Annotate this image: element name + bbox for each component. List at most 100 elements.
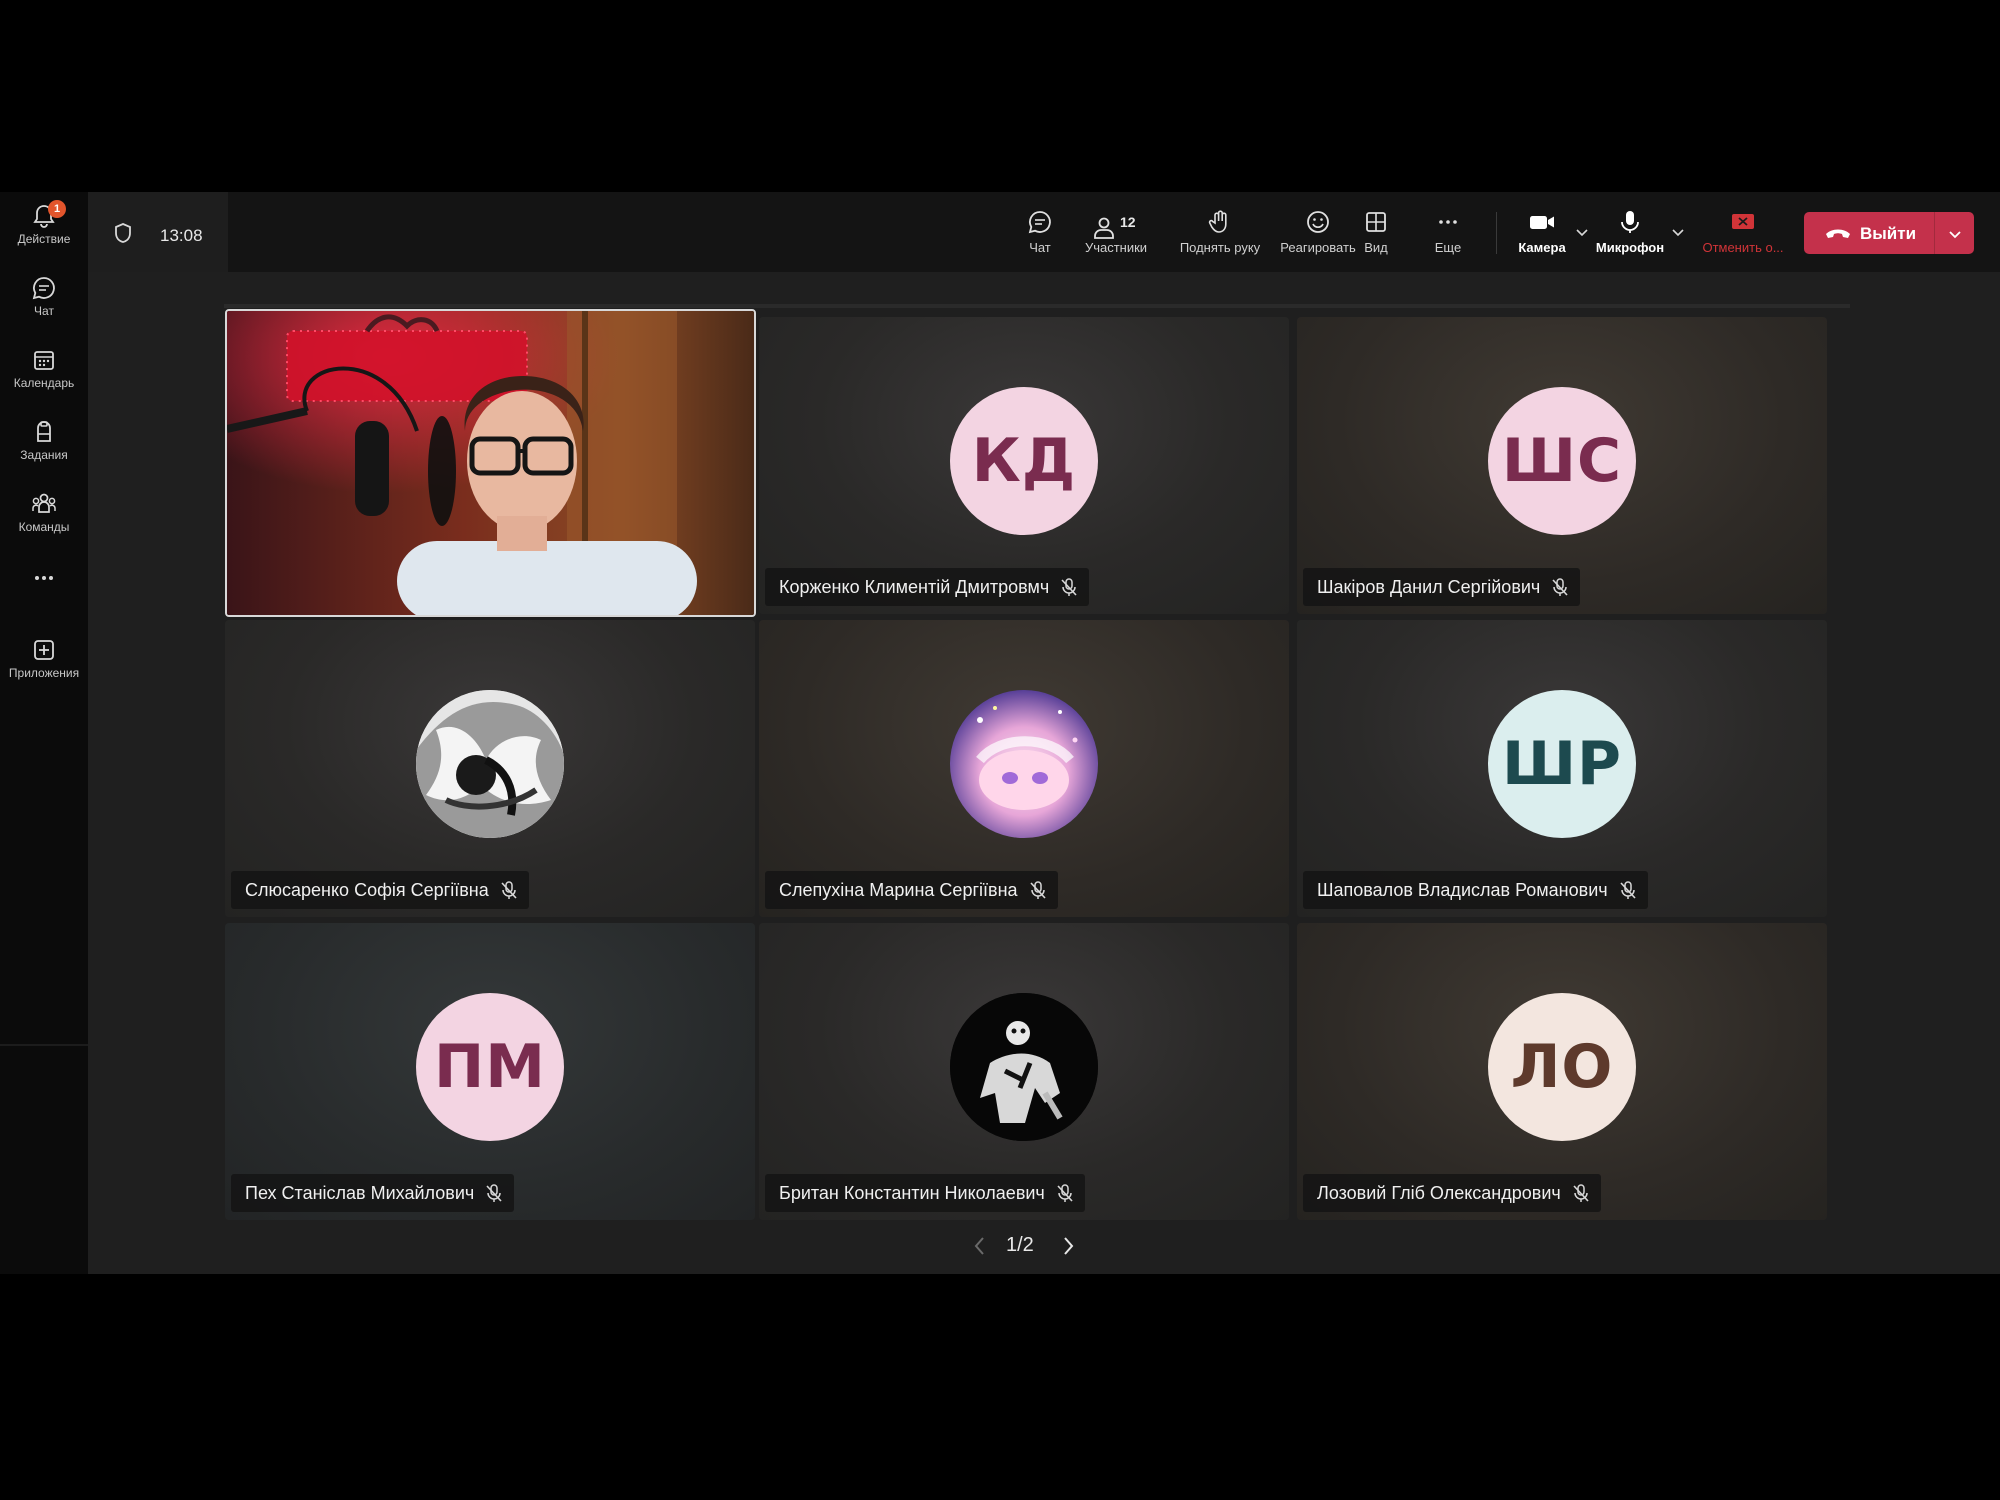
app-bar-activity[interactable]: 1 Действие [0, 196, 88, 262]
hand-icon [1208, 210, 1227, 233]
app-bar-label: Действие [17, 232, 71, 246]
participant-nameplate: Лозовий Гліб Олександрович [1303, 1174, 1601, 1212]
participant-tile[interactable]: ШС Шакіров Данил Сергійович [1297, 317, 1827, 614]
chevron-left-icon[interactable] [972, 1234, 988, 1258]
app-bar: 1 Действие Чат Календарь Задания Команды… [0, 192, 88, 1274]
more-icon [35, 576, 53, 580]
participant-tile[interactable]: Слюсаренко Софія Сергіївна [225, 620, 755, 917]
toolbar-divider [1496, 212, 1497, 254]
participant-nameplate: Пех Станіслав Михайлович [231, 1174, 515, 1212]
shield-icon[interactable] [114, 222, 132, 244]
microphone-label: Микрофон [1595, 240, 1665, 255]
meeting-window: 1 Действие Чат Календарь Задания Команды… [0, 192, 2000, 1274]
stop-share-icon [1732, 214, 1754, 229]
chevron-down-icon [1949, 231, 1961, 239]
notification-badge: 1 [48, 200, 66, 218]
participant-name: Корженко Климентій Дмитровмч [779, 577, 1050, 597]
participant-nameplate: Шакіров Данил Сергійович [1303, 568, 1581, 606]
participant-avatar-image [950, 690, 1098, 838]
teams-icon [32, 493, 56, 513]
mic-muted-icon [486, 1184, 502, 1202]
app-bar-teams[interactable]: Команды [0, 484, 88, 550]
participant-name: Шаповалов Владислав Романович [1317, 880, 1608, 900]
stop-sharing-button[interactable]: Отменить о... [1688, 202, 1798, 262]
dark-figure-avatar [950, 993, 1098, 1141]
participant-tile[interactable]: КД Корженко Климентій Дмитровмч [759, 317, 1289, 614]
microphone-button[interactable]: Микрофон [1590, 202, 1670, 262]
participant-nameplate: Британ Константин Николаевич [765, 1174, 1085, 1212]
participant-tile[interactable]: Слепухіна Марина Сергіївна [759, 620, 1289, 917]
participant-name: Пех Станіслав Михайлович [245, 1183, 475, 1203]
leave-button[interactable]: Выйти [1804, 212, 1974, 254]
assignments-icon [37, 421, 51, 442]
app-bar-calendar[interactable]: Календарь [0, 340, 88, 406]
app-bar-label: Чат [34, 304, 54, 318]
more-icon [1439, 220, 1457, 224]
app-bar-chat[interactable]: Чат [0, 268, 88, 334]
gallery-pager: 1/2 [968, 1228, 1080, 1264]
meeting-info: 13:08 [88, 192, 228, 272]
calendar-icon [34, 351, 54, 370]
mic-muted-icon [1620, 881, 1636, 899]
page-indicator: 1/2 [1006, 1234, 1034, 1256]
add-apps-icon [34, 640, 54, 660]
app-bar-label: Задания [20, 448, 68, 462]
participant-nameplate: Корженко Климентій Дмитровмч [765, 568, 1090, 606]
participant-nameplate: Шаповалов Владислав Романович [1303, 871, 1648, 909]
stop-sharing-label: Отменить о... [1702, 240, 1784, 255]
participant-tile[interactable]: ШР Шаповалов Владислав Романович [1297, 620, 1827, 917]
participant-avatar: ШР [1488, 690, 1636, 838]
participant-tile[interactable]: ПМ Пех Станіслав Михайлович [225, 923, 755, 1220]
stage-divider [224, 304, 1850, 308]
participant-name: Слюсаренко Софія Сергіївна [245, 880, 489, 900]
app-bar-label: Календарь [13, 376, 75, 390]
pastel-anime-avatar [950, 690, 1098, 838]
chat-button[interactable]: Чат [1008, 202, 1072, 262]
app-bar-label: Приложения [8, 666, 80, 680]
leave-main[interactable]: Выйти [1804, 212, 1932, 254]
participant-avatar: КД [950, 387, 1098, 535]
mic-muted-icon [501, 881, 517, 899]
view-button[interactable]: Вид [1350, 202, 1402, 262]
camera-icon [1530, 216, 1554, 229]
leave-options-dropdown[interactable] [1934, 212, 1975, 254]
app-bar-more[interactable] [0, 562, 88, 602]
participants-count: 12 [1120, 214, 1136, 230]
app-bar-apps[interactable]: Приложения [0, 630, 88, 696]
mic-muted-icon [1552, 578, 1568, 596]
chat-icon [1028, 211, 1051, 234]
view-label: Вид [1364, 240, 1388, 255]
camera-label: Камера [1518, 240, 1566, 255]
camera-button[interactable]: Камера [1510, 202, 1574, 262]
chat-icon [32, 277, 55, 300]
app-bar-label: Команды [18, 520, 70, 534]
participant-nameplate: Слюсаренко Софія Сергіївна [231, 871, 529, 909]
participant-avatar-image [416, 690, 564, 838]
participant-name: Слепухіна Марина Сергіївна [779, 880, 1018, 900]
more-button[interactable]: Еще [1422, 202, 1474, 262]
camera-options-chevron-icon[interactable] [1574, 224, 1590, 240]
participant-tile[interactable]: Британ Константин Николаевич [759, 923, 1289, 1220]
emoji-icon [1307, 211, 1329, 233]
participant-tile[interactable]: ЛО Лозовий Гліб Олександрович [1297, 923, 1827, 1220]
participant-name: Лозовий Гліб Олександрович [1317, 1183, 1561, 1203]
participant-avatar: ЛО [1488, 993, 1636, 1141]
mic-muted-icon [1573, 1184, 1589, 1202]
chevron-right-icon[interactable] [1060, 1234, 1076, 1258]
participant-name: Британ Константин Николаевич [779, 1183, 1045, 1203]
participant-name: Шакіров Данил Сергійович [1317, 577, 1541, 597]
meeting-header: 13:08 Чат 12 Участники Поднять руку Реаг… [88, 192, 2000, 272]
grid-view-icon [1366, 212, 1386, 232]
meeting-timer: 13:08 [160, 226, 203, 245]
mic-muted-icon [1061, 578, 1077, 596]
self-video-tile[interactable] [225, 309, 756, 617]
participant-avatar: ШС [1488, 387, 1636, 535]
app-bar-divider [0, 1044, 88, 1046]
chat-label: Чат [1029, 240, 1051, 255]
microphone-icon [1621, 211, 1639, 233]
hang-up-icon [1826, 229, 1850, 238]
participant-avatar-image [950, 993, 1098, 1141]
person-icon [1094, 217, 1114, 239]
microphone-options-chevron-icon[interactable] [1670, 224, 1686, 240]
app-bar-assignments[interactable]: Задания [0, 412, 88, 478]
